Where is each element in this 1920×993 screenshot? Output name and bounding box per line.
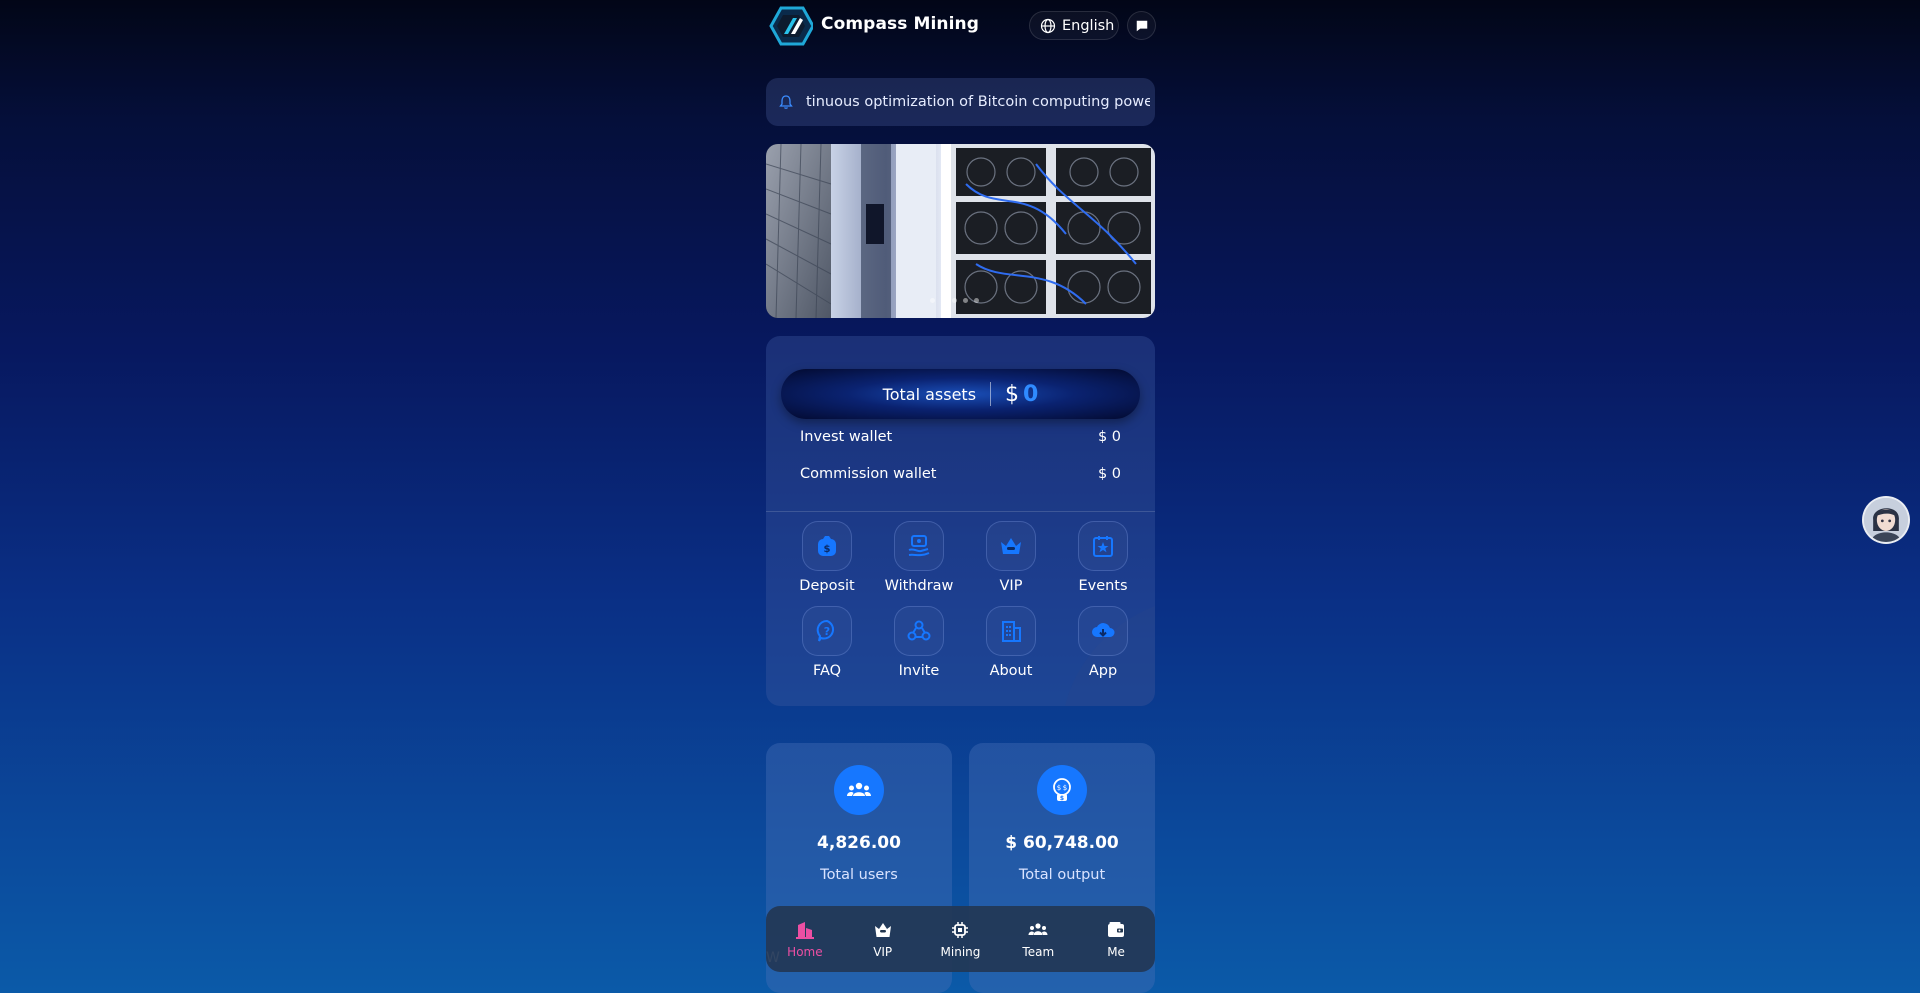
chip-icon [952,921,969,938]
menu-app[interactable]: App [1057,606,1149,686]
menu-faq[interactable]: ? FAQ [781,606,873,686]
svg-text:$: $ [1057,784,1061,792]
menu-label: About [989,663,1033,679]
support-avatar-image [1864,498,1908,542]
banner-image [766,144,1155,318]
menu-invite[interactable]: Invite [873,606,965,686]
carousel-dot[interactable] [963,298,968,303]
nav-mining[interactable]: Mining [925,920,995,959]
nav-label: Home [787,944,823,959]
team-icon [1028,922,1048,935]
app-container: Compass Mining English tinuous optimizat… [766,0,1156,993]
menu-label: Events [1078,578,1128,594]
menu-withdraw[interactable]: Withdraw [873,521,965,601]
menu-label: VIP [999,578,1023,594]
nav-vip[interactable]: VIP [848,920,918,959]
carousel-dots [930,298,979,303]
compass-logo-icon[interactable] [769,6,815,46]
invest-wallet-value: $ 0 [1097,429,1121,445]
invite-icon [894,606,944,656]
assets-card: Total assets $ 0 Invest wallet $ 0 Commi… [766,336,1155,706]
currency-symbol: $ [1005,381,1020,407]
announcement-bar[interactable]: tinuous optimization of Bitcoin computin… [766,78,1155,126]
carousel-dot[interactable] [974,298,979,303]
menu-deposit[interactable]: $ Deposit [781,521,873,601]
total-output-value: $ 60,748.00 [1005,833,1119,853]
total-assets-label: Total assets [882,384,977,404]
menu-label: App [1088,663,1118,679]
menu-label: Invite [898,663,940,679]
nav-me[interactable]: Me [1081,920,1151,959]
globe-icon [1040,18,1056,33]
support-avatar[interactable] [1862,496,1910,544]
commission-wallet-value: $ 0 [1097,466,1121,482]
menu-vip[interactable]: VIP [965,521,1057,601]
menu-label: FAQ [812,663,842,679]
carousel-dot[interactable] [930,298,935,303]
menu-label: Deposit [799,578,855,594]
banner-carousel[interactable] [766,144,1155,318]
faq-icon: ? [802,606,852,656]
language-selector[interactable]: English [1029,11,1119,40]
total-users-value: 4,826.00 [817,833,901,853]
nav-home[interactable]: Home [770,920,840,959]
announcement-text: tinuous optimization of Bitcoin computin… [806,94,1150,110]
menu-about[interactable]: About [965,606,1057,686]
menu-events[interactable]: Events [1057,521,1149,601]
total-users-label: Total users [820,867,898,883]
message-button[interactable] [1127,11,1156,40]
nav-label: Mining [940,944,981,959]
language-label: English [1062,17,1115,34]
money-bag-icon: $ $ $ [1037,765,1087,815]
bottom-navigation: Home VIP Mining Team Me [766,906,1155,972]
total-assets-value: 0 [1023,381,1039,407]
crown-icon [874,922,891,937]
nav-label: Team [1022,944,1055,959]
total-assets-pill: Total assets $ 0 [781,369,1140,419]
card-divider [766,511,1155,512]
total-output-label: Total output [1018,867,1106,883]
invest-wallet-label: Invest wallet [800,429,893,445]
svg-text:$: $ [1060,795,1064,802]
svg-text:$: $ [824,544,831,555]
svg-text:$: $ [1063,784,1067,792]
users-icon [834,765,884,815]
svg-text:?: ? [824,625,830,638]
building-icon [986,606,1036,656]
deposit-icon: $ [802,521,852,571]
crown-icon [986,521,1036,571]
message-icon [1136,20,1147,31]
wallet-icon [1108,921,1125,937]
events-icon [1078,521,1128,571]
carousel-dot-active[interactable] [941,298,946,303]
withdraw-icon [894,521,944,571]
bell-icon [779,95,793,109]
cloud-download-icon [1078,606,1128,656]
top-header: Compass Mining English [766,0,1156,50]
brand-name: Compass Mining [821,14,980,34]
commission-wallet-row: Commission wallet $ 0 [800,466,1121,488]
nav-team[interactable]: Team [1003,920,1073,959]
home-icon [795,921,814,939]
commission-wallet-label: Commission wallet [800,466,937,482]
menu-label: Withdraw [884,578,954,594]
invest-wallet-row: Invest wallet $ 0 [800,429,1121,451]
divider [990,382,992,406]
nav-label: VIP [873,944,893,959]
carousel-dot[interactable] [952,298,957,303]
nav-label: Me [1107,944,1125,959]
